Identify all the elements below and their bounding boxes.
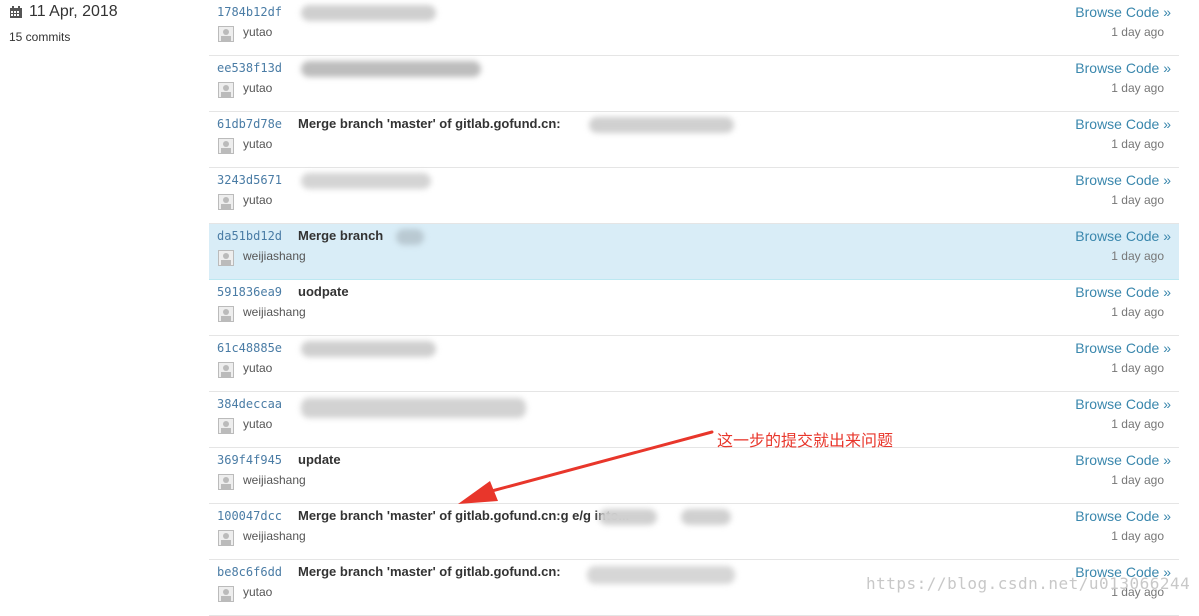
annotation-text: 这一步的提交就出来问题 <box>717 433 894 450</box>
annotation-arrow <box>458 430 714 504</box>
watermark: https://blog.csdn.net/u013066244 <box>866 574 1191 593</box>
